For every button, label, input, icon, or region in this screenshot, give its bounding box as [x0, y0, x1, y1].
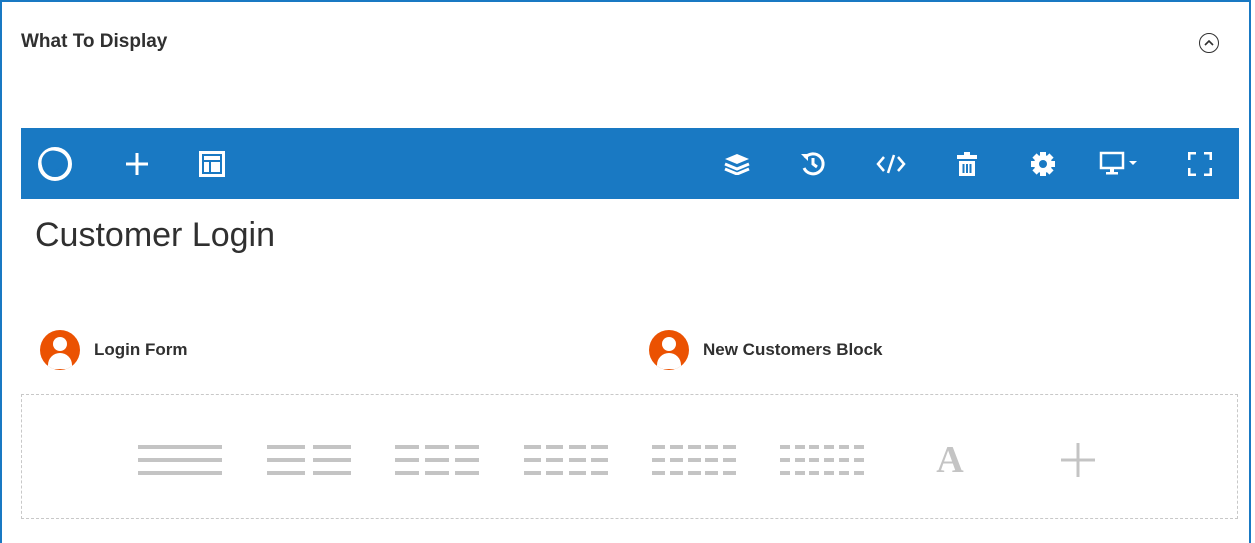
fullscreen-icon[interactable] — [1183, 128, 1217, 199]
code-icon[interactable] — [873, 128, 909, 199]
monitor-dropdown-icon[interactable] — [1097, 128, 1145, 199]
block-new-customers[interactable]: New Customers Block — [649, 330, 883, 370]
block-label: Login Form — [94, 340, 188, 359]
trash-icon[interactable] — [951, 128, 983, 199]
layout-text-block-icon[interactable]: A — [930, 439, 970, 481]
layout-2-column-icon[interactable] — [267, 440, 351, 480]
layers-icon[interactable] — [719, 128, 755, 199]
collapse-toggle-button[interactable] — [1199, 33, 1219, 53]
layout-5-column-icon[interactable] — [652, 440, 736, 480]
template-icon[interactable] — [194, 128, 230, 199]
user-icon — [40, 330, 80, 370]
chevron-up-icon — [1204, 40, 1214, 46]
text-block-glyph: A — [936, 439, 964, 481]
add-icon[interactable] — [121, 128, 153, 199]
history-icon[interactable] — [797, 128, 829, 199]
page-title: Customer Login — [35, 216, 276, 254]
pagebuilder-toolbar — [21, 128, 1239, 199]
block-label: New Customers Block — [703, 340, 883, 359]
section-title: What To Display — [21, 31, 168, 52]
layout-add-icon[interactable] — [1058, 440, 1098, 480]
pagebuilder-logo-icon[interactable] — [35, 128, 75, 199]
layout-6-column-icon[interactable] — [780, 440, 864, 480]
layout-3-column-icon[interactable] — [395, 440, 479, 480]
layout-4-column-icon[interactable] — [524, 440, 608, 480]
block-login-form[interactable]: Login Form — [40, 330, 187, 370]
user-icon — [649, 330, 689, 370]
layout-1-column-icon[interactable] — [138, 440, 222, 480]
settings-icon[interactable] — [1027, 128, 1059, 199]
